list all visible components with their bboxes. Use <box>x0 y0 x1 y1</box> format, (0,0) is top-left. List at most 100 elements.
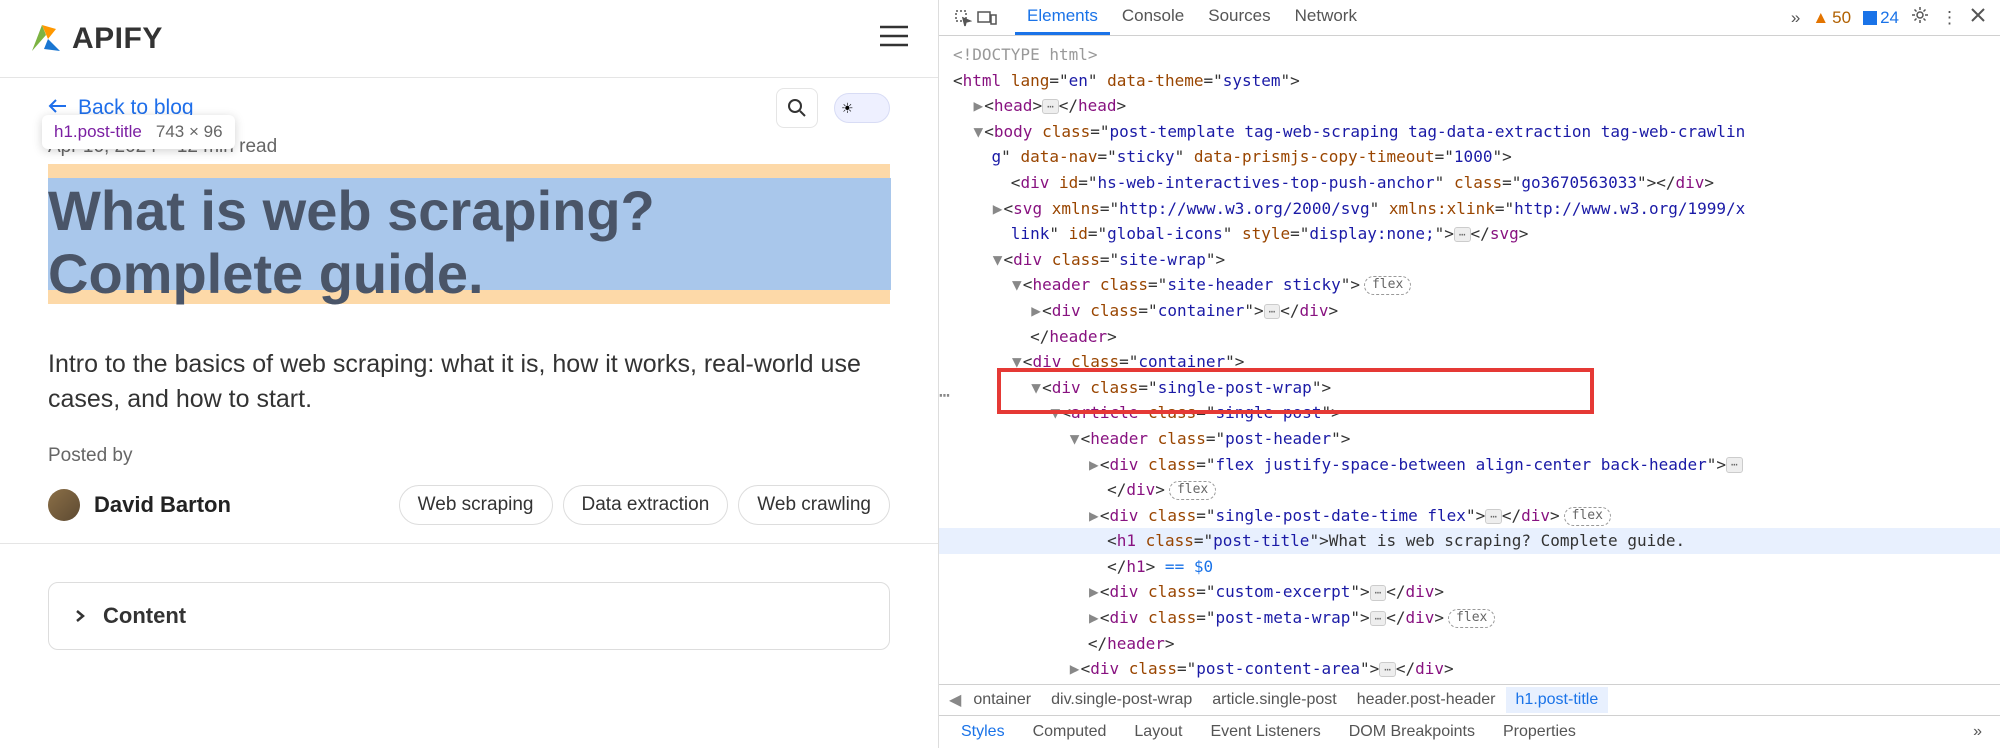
dom-line[interactable]: <!DOCTYPE html> <box>939 42 2000 68</box>
device-toolbar-icon[interactable] <box>977 8 997 28</box>
warning-icon: ▲ <box>1812 8 1829 28</box>
dom-line[interactable]: ▶<div class="post-content-area">⋯</div> <box>939 656 2000 682</box>
close-icon[interactable] <box>1970 7 1986 28</box>
collapse-arrow-icon[interactable]: ▼ <box>992 247 1004 273</box>
crumb[interactable]: header.post-header <box>1347 687 1506 713</box>
dom-line[interactable]: ▶<div class="custom-excerpt">⋯</div> <box>939 579 2000 605</box>
author-name[interactable]: David Barton <box>94 492 231 518</box>
author-left: David Barton <box>48 489 231 521</box>
dom-line-selected[interactable]: <h1 class="post-title">What is web scrap… <box>939 528 2000 554</box>
posted-by-label: Posted by <box>0 417 938 475</box>
gear-icon[interactable] <box>1911 6 1929 29</box>
dom-line[interactable]: ▶<div class="single-post-date-time flex"… <box>939 503 2000 529</box>
tooltip-selector: h1.post-title <box>54 122 142 142</box>
search-button[interactable] <box>776 88 818 128</box>
styles-tab-computed[interactable]: Computed <box>1019 719 1121 745</box>
crumb-selected[interactable]: h1.post-title <box>1506 687 1609 713</box>
dom-tree[interactable]: ⋯ <!DOCTYPE html> <html lang="en" data-t… <box>939 36 2000 684</box>
tag-web-scraping[interactable]: Web scraping <box>399 485 553 525</box>
tab-console[interactable]: Console <box>1110 0 1196 35</box>
expand-arrow-icon[interactable]: ▶ <box>1088 503 1100 529</box>
devtools-pane: Elements Console Sources Network » ▲50 2… <box>939 0 2000 748</box>
webpage-pane: APIFY Back to blog ☀ h1.post-title 743 ×… <box>0 0 939 748</box>
dom-line[interactable]: <div id="hs-web-interactives-top-push-an… <box>939 170 2000 196</box>
expand-arrow-icon[interactable]: ▶ <box>1088 452 1100 478</box>
expand-arrow-icon[interactable]: ▶ <box>992 196 1004 222</box>
collapse-arrow-icon[interactable]: ▼ <box>1011 272 1023 298</box>
collapse-arrow-icon[interactable]: ▼ <box>1011 349 1023 375</box>
dom-line[interactable]: ▼<header class="site-header sticky">flex <box>939 272 2000 298</box>
crumb[interactable]: ontainer <box>963 687 1041 713</box>
content-label: Content <box>103 603 186 629</box>
dom-line[interactable]: ▶<div class="post-meta-wrap">⋯</div>flex <box>939 605 2000 631</box>
styles-tab-layout[interactable]: Layout <box>1120 719 1196 745</box>
post-excerpt: Intro to the basics of web scraping: wha… <box>0 309 938 417</box>
inspect-tool-icon[interactable] <box>953 8 973 28</box>
collapse-arrow-icon[interactable]: ▼ <box>1049 400 1061 426</box>
kebab-menu-icon[interactable]: ⋮ <box>1941 8 1958 28</box>
tab-sources[interactable]: Sources <box>1196 0 1282 35</box>
content-accordion[interactable]: Content <box>48 582 890 650</box>
dom-line[interactable]: ▶<div class="flex justify-space-between … <box>939 452 2000 478</box>
toolbar-right: » ▲50 24 ⋮ <box>1791 6 1986 29</box>
tooltip-dimensions: 743 × 96 <box>156 122 223 142</box>
dom-line[interactable]: ▼<body class="post-template tag-web-scra… <box>939 119 2000 145</box>
header-tools: ☀ <box>776 88 890 128</box>
styles-tab-styles[interactable]: Styles <box>947 719 1019 745</box>
dom-line[interactable]: ▼<div class="single-post-wrap"> <box>939 375 2000 401</box>
expand-arrow-icon[interactable]: ▶ <box>1030 298 1042 324</box>
author-row: David Barton Web scraping Data extractio… <box>0 475 938 544</box>
dom-line[interactable]: ▶<svg xmlns="http://www.w3.org/2000/svg"… <box>939 196 2000 222</box>
dom-line[interactable]: <html lang="en" data-theme="system"> <box>939 68 2000 94</box>
collapse-arrow-icon[interactable]: ▼ <box>1069 426 1081 452</box>
dom-line[interactable]: ▼<div class="site-wrap"> <box>939 247 2000 273</box>
tag-web-crawling[interactable]: Web crawling <box>738 485 890 525</box>
collapse-arrow-icon[interactable]: ▼ <box>1030 375 1042 401</box>
dom-line[interactable]: </header> <box>939 324 2000 350</box>
avatar <box>48 489 80 521</box>
dom-line[interactable]: </article> <box>939 682 2000 684</box>
styles-tab-event-listeners[interactable]: Event Listeners <box>1196 719 1334 745</box>
styles-tab-properties[interactable]: Properties <box>1489 719 1590 745</box>
post-title: What is web scraping? Complete guide. <box>48 176 890 309</box>
dom-line[interactable]: ▼<div class="container"> <box>939 349 2000 375</box>
issue-icon <box>1863 11 1877 25</box>
issues-badge[interactable]: 24 <box>1863 8 1899 28</box>
post-title-highlight: What is web scraping? Complete guide. <box>48 176 890 309</box>
expand-arrow-icon[interactable]: ▶ <box>972 93 984 119</box>
breadcrumb-scroll-left-icon[interactable]: ◀ <box>947 690 963 710</box>
dom-line[interactable]: ▶<div class="container">⋯</div> <box>939 298 2000 324</box>
tab-elements[interactable]: Elements <box>1015 0 1110 35</box>
apify-logo-icon <box>28 21 64 57</box>
styles-tab-dom-breakpoints[interactable]: DOM Breakpoints <box>1335 719 1489 745</box>
more-tabs-icon[interactable]: » <box>1791 8 1800 28</box>
crumb[interactable]: article.single-post <box>1202 687 1347 713</box>
chevron-right-icon <box>73 603 87 629</box>
dom-line[interactable]: </h1> == $0 <box>939 554 2000 580</box>
logo[interactable]: APIFY <box>28 21 163 57</box>
expand-arrow-icon[interactable]: ▶ <box>1088 605 1100 631</box>
tab-network[interactable]: Network <box>1283 0 1369 35</box>
dom-line[interactable]: ▼<article class="single-post"> <box>939 400 2000 426</box>
styles-tabs: Styles Computed Layout Event Listeners D… <box>939 716 2000 748</box>
gutter-ellipsis-icon[interactable]: ⋯ <box>939 382 952 411</box>
crumb[interactable]: div.single-post-wrap <box>1041 687 1202 713</box>
dom-line[interactable]: g" data-nav="sticky" data-prismjs-copy-t… <box>939 144 2000 170</box>
hamburger-menu-icon[interactable] <box>878 22 910 55</box>
dom-line[interactable]: link" id="global-icons" style="display:n… <box>939 221 2000 247</box>
theme-toggle[interactable]: ☀ <box>834 93 890 123</box>
dom-line[interactable]: ▼<header class="post-header"> <box>939 426 2000 452</box>
dom-line[interactable]: </header> <box>939 631 2000 657</box>
styles-more-icon[interactable]: » <box>1963 723 1992 741</box>
expand-arrow-icon[interactable]: ▶ <box>1088 579 1100 605</box>
dom-line[interactable]: ▶<head>⋯</head> <box>939 93 2000 119</box>
dom-line[interactable]: </div>flex <box>939 477 2000 503</box>
tag-list: Web scraping Data extraction Web crawlin… <box>399 485 890 525</box>
search-icon <box>787 98 807 118</box>
devtools-toolbar: Elements Console Sources Network » ▲50 2… <box>939 0 2000 36</box>
warnings-badge[interactable]: ▲50 <box>1812 8 1851 28</box>
collapse-arrow-icon[interactable]: ▼ <box>972 119 984 145</box>
site-header: APIFY <box>0 0 938 78</box>
expand-arrow-icon[interactable]: ▶ <box>1069 656 1081 682</box>
tag-data-extraction[interactable]: Data extraction <box>563 485 729 525</box>
